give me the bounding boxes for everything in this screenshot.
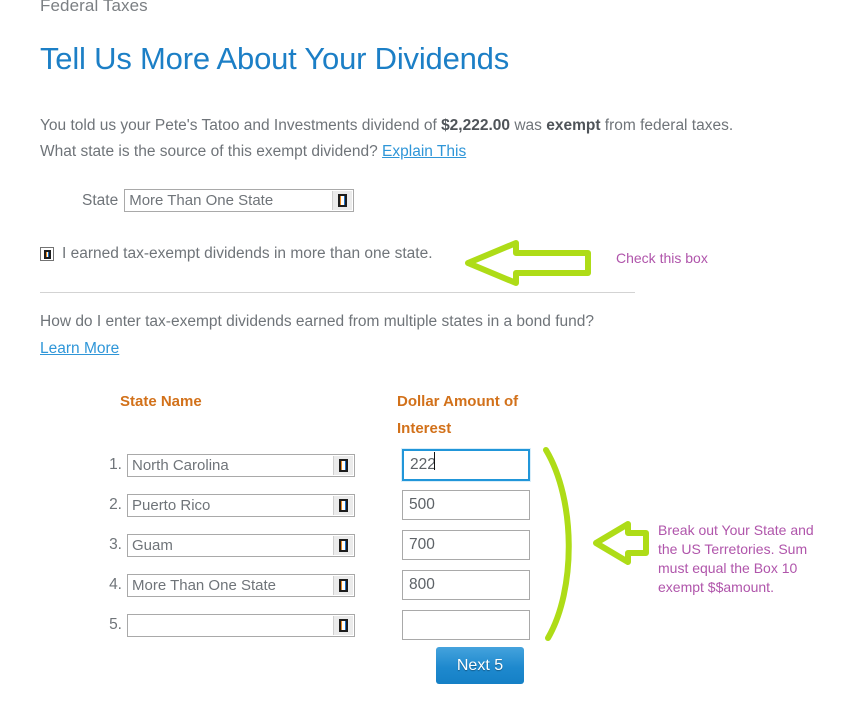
column-header-dollar-amount: Dollar Amount of Interest [397, 388, 527, 442]
amount-input-row-2[interactable] [402, 490, 530, 520]
state-label: State [82, 191, 119, 209]
state-select-row-1[interactable]: North Carolina [127, 453, 355, 477]
dropdown-tofu-icon[interactable] [333, 615, 353, 635]
section-divider [40, 292, 635, 293]
dividend-amount: $2,222.00 [441, 117, 511, 134]
arrow-left-to-checkbox [465, 240, 591, 286]
multi-state-checkbox-label: I earned tax-exempt dividends in more th… [62, 245, 433, 262]
dropdown-tofu-icon[interactable] [333, 535, 353, 555]
intro-line-2: What state is the source of this exempt … [40, 139, 733, 165]
table-row: 1. North Carolina [100, 445, 530, 485]
dropdown-tofu-icon[interactable] [333, 575, 353, 595]
arrow-left-to-amounts [593, 521, 649, 565]
exempt-word: exempt [546, 117, 601, 134]
learn-more-wrapper: Learn More [40, 340, 119, 358]
dropdown-tofu-icon[interactable] [333, 455, 353, 475]
intro-text-a: You told us your Pete's Tatoo and Invest… [40, 117, 442, 134]
learn-more-link[interactable]: Learn More [40, 340, 119, 357]
intro-line-1: You told us your Pete's Tatoo and Invest… [40, 113, 733, 139]
amount-input-row-5[interactable] [402, 610, 530, 640]
dropdown-tofu-icon[interactable] [332, 191, 353, 210]
multi-state-checkbox-row[interactable]: I earned tax-exempt dividends in more th… [40, 245, 433, 263]
amount-input-row-4[interactable] [402, 570, 530, 600]
column-header-dollar-amount-line2: Interest [397, 420, 452, 437]
annotation-check-this-box: Check this box [616, 250, 708, 266]
state-select-row-3[interactable]: Guam [127, 533, 355, 557]
row-number: 3. [109, 536, 122, 553]
intro-text-c: from federal taxes. [600, 117, 734, 134]
amount-input-row-3[interactable] [402, 530, 530, 560]
annotation-break-out: Break out Your State and the US Terretor… [658, 522, 814, 595]
row-number: 5. [109, 616, 122, 633]
amount-input-row-1[interactable] [402, 449, 530, 481]
text-caret [434, 452, 435, 470]
next-5-button[interactable]: Next 5 [436, 647, 524, 684]
row-number: 4. [109, 576, 122, 593]
state-select[interactable]: More Than One State [124, 189, 355, 212]
green-bracket [543, 447, 572, 641]
column-header-state-name: State Name [120, 393, 202, 410]
table-row: 3. Guam [100, 525, 530, 565]
page-title: Tell Us More About Your Dividends [40, 41, 509, 76]
intro-text-b: was [510, 117, 547, 134]
dropdown-tofu-icon[interactable] [333, 495, 353, 515]
state-select-value: Guam [132, 536, 173, 554]
row-number: 1. [109, 456, 122, 473]
state-field-row: State More Than One State [82, 189, 355, 212]
state-select-row-4[interactable]: More Than One State [127, 573, 355, 597]
table-row: 5. [100, 605, 530, 645]
state-select-value: Puerto Rico [132, 496, 211, 514]
table-row: 2. Puerto Rico [100, 485, 530, 525]
table-row: 4. More Than One State [100, 565, 530, 605]
state-select-value: North Carolina [132, 456, 229, 474]
intro-question: What state is the source of this exempt … [40, 143, 383, 160]
column-header-dollar-amount-line1: Dollar Amount of [397, 393, 519, 410]
breadcrumb: Federal Taxes [40, 0, 148, 15]
state-select-row-5[interactable] [127, 613, 355, 637]
intro-paragraph: You told us your Pete's Tatoo and Invest… [40, 113, 733, 165]
state-select-value: More Than One State [129, 192, 274, 209]
checkbox-tofu-icon[interactable] [40, 247, 54, 261]
state-select-value: More Than One State [132, 576, 276, 594]
explain-this-link[interactable]: Explain This [382, 143, 466, 160]
state-select-row-2[interactable]: Puerto Rico [127, 493, 355, 517]
row-number: 2. [109, 496, 122, 513]
help-question: How do I enter tax-exempt dividends earn… [40, 313, 595, 330]
state-amount-rows: 1. North Carolina 2. Puerto Rico 3. Guam 4. Mor… [100, 445, 530, 645]
